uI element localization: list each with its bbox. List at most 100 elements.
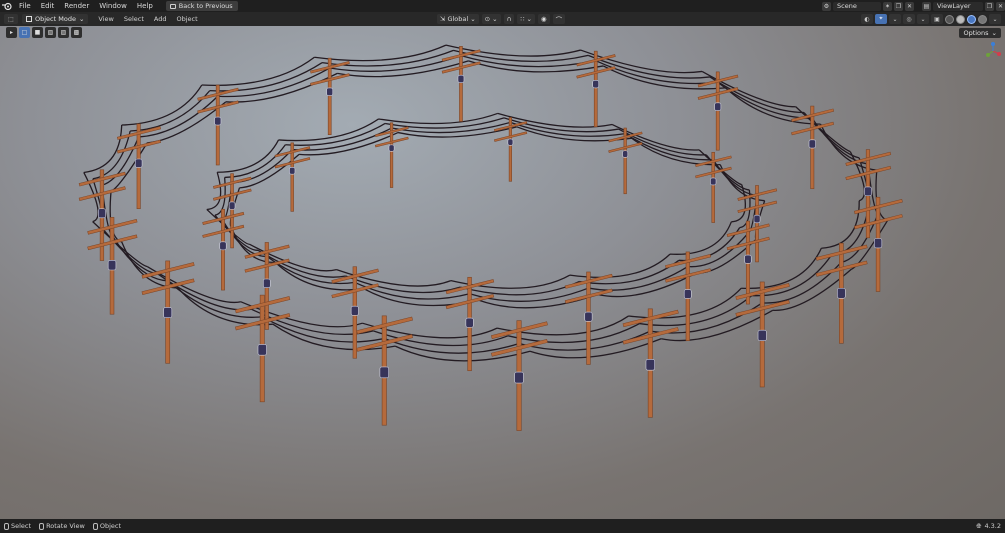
navigation-gizmo[interactable] — [984, 42, 1002, 60]
utility-pole — [202, 208, 245, 291]
proportional-icon: ◉ — [540, 15, 547, 23]
utility-pole — [213, 173, 252, 249]
pivot-icon: ⊙ — [484, 15, 491, 23]
transform-orientation-dropdown[interactable]: ⇲ Global ⌄ — [437, 14, 479, 24]
utility-pole — [374, 122, 409, 188]
menu-add[interactable]: Add — [149, 12, 172, 26]
snap-target-dropdown[interactable]: ∷ ⌄ — [517, 14, 535, 24]
chevron-down-icon: ⌄ — [526, 15, 532, 23]
xray-toggle-icon[interactable]: ▣ — [931, 14, 943, 24]
editor-type-icon[interactable]: ⬚ — [4, 14, 18, 24]
menu-view[interactable]: View — [93, 12, 118, 26]
falloff-curve-icon: ⌒ — [555, 16, 563, 24]
view-layer-field[interactable]: ViewLayer — [933, 1, 983, 11]
visibility-icon[interactable]: ◐ — [861, 14, 873, 24]
select-box-icon[interactable]: □ — [19, 26, 30, 38]
delete-scene-icon[interactable]: ✕ — [905, 1, 914, 11]
utility-pole — [445, 276, 495, 372]
snap-toggle[interactable]: ∩ — [503, 14, 515, 24]
top-bar: File Edit Render Window Help Back to Pre… — [0, 0, 1005, 12]
gizmo-toggle-icon[interactable]: ⌖ — [875, 14, 887, 24]
utility-pole — [356, 315, 413, 426]
wire-segment — [709, 76, 805, 114]
delete-view-layer-icon[interactable]: ✕ — [996, 1, 1005, 11]
menu-window[interactable]: Window — [94, 0, 132, 12]
select-subtract-icon[interactable]: ▧ — [45, 26, 56, 38]
mode-dropdown[interactable]: Object Mode ⌄ — [22, 14, 89, 24]
scene-icon[interactable]: ⚙ — [822, 1, 831, 11]
utility-pole — [490, 320, 548, 431]
status-rotate: Rotate View — [39, 522, 85, 530]
utility-pole — [141, 260, 195, 364]
globe-icon: 🌐︎ — [976, 522, 982, 530]
wire-segment — [225, 72, 338, 103]
utility-pole — [576, 50, 616, 128]
utility-pole — [735, 281, 790, 388]
gizmo-dropdown-icon[interactable]: ⌄ — [889, 14, 901, 24]
wire-segment — [157, 273, 252, 311]
status-select-label: Select — [11, 522, 32, 530]
pin-icon[interactable]: ✶ — [883, 1, 892, 11]
select-intersect-icon[interactable]: ▩ — [71, 26, 82, 38]
viewport-header: ⬚ Object Mode ⌄ View Select Add Object ⇲… — [0, 12, 1005, 26]
shading-dropdown-icon[interactable]: ⌄ — [989, 14, 1001, 24]
topbar-right: ⚙ Scene ✶ ❐ ✕ ▤ ViewLayer ❐ ✕ — [822, 0, 1005, 12]
snap-increment-icon: ∷ — [520, 15, 525, 23]
status-select: Select — [4, 522, 31, 530]
options-dropdown[interactable]: Options ⌄ — [959, 28, 1001, 38]
wire-segment — [209, 62, 323, 92]
proportional-editing-toggle[interactable]: ◉ — [537, 14, 550, 24]
magnet-icon: ∩ — [506, 15, 512, 23]
screen-icon — [169, 3, 176, 9]
new-view-layer-icon[interactable]: ❐ — [985, 1, 994, 11]
rendered-shading-icon[interactable] — [978, 14, 987, 24]
mouse-middle-icon — [39, 522, 45, 530]
wire-segment — [206, 172, 222, 211]
select-invert-icon[interactable]: ▨ — [58, 26, 69, 38]
wire-segment — [762, 261, 842, 304]
solid-shading-icon[interactable] — [956, 14, 965, 24]
status-object-label: Object — [99, 522, 122, 530]
wire-segment — [639, 295, 753, 327]
material-preview-shading-icon[interactable] — [967, 14, 976, 24]
pivot-point-dropdown[interactable]: ⊙ ⌄ — [481, 14, 501, 24]
utility-pole — [695, 151, 732, 223]
falloff-dropdown[interactable]: ⌒ — [552, 14, 566, 24]
version-info: 🌐︎ 4.3.2 — [976, 519, 1001, 533]
power-lines-scene — [78, 44, 903, 431]
menu-help[interactable]: Help — [132, 0, 158, 12]
new-scene-icon[interactable]: ❐ — [894, 1, 903, 11]
3d-viewport[interactable] — [0, 26, 1005, 519]
transform-tools: ⇲ Global ⌄ ⊙ ⌄ ∩ ∷ ⌄ ◉ ⌒ — [437, 14, 566, 24]
view-layer-name: ViewLayer — [937, 2, 971, 10]
utility-pole — [235, 294, 291, 403]
menu-object[interactable]: Object — [172, 12, 203, 26]
mouse-right-icon — [92, 522, 98, 530]
status-rotate-label: Rotate View — [46, 522, 85, 530]
tweak-tool-icon[interactable]: ▸ — [6, 26, 17, 38]
menu-render[interactable]: Render — [59, 0, 94, 12]
blender-logo-icon[interactable] — [0, 0, 14, 12]
menu-file[interactable]: File — [14, 0, 36, 12]
scene-name-field[interactable]: Scene — [833, 1, 881, 11]
utility-pole — [791, 105, 835, 190]
chevron-down-icon: ⌄ — [991, 29, 997, 37]
scene-name: Scene — [837, 2, 857, 10]
mouse-left-icon — [4, 522, 9, 530]
select-extend-icon[interactable]: ■ — [32, 26, 43, 38]
back-to-previous-button[interactable]: Back to Previous — [165, 1, 238, 11]
menu-select[interactable]: Select — [119, 12, 149, 26]
utility-pole — [441, 46, 481, 122]
object-mode-icon — [26, 16, 32, 22]
wire-segment — [478, 293, 598, 309]
wire-segment — [217, 139, 280, 173]
wire-segment — [687, 233, 749, 268]
wire-segment — [201, 56, 315, 87]
back-to-previous-label: Back to Previous — [178, 2, 233, 10]
overlays-dropdown-icon[interactable]: ⌄ — [917, 14, 929, 24]
overlays-toggle-icon[interactable]: ◎ — [903, 14, 915, 24]
wireframe-shading-icon[interactable] — [945, 14, 954, 24]
menu-edit[interactable]: Edit — [36, 0, 60, 12]
chevron-down-icon: ⌄ — [78, 15, 85, 23]
view-layer-icon[interactable]: ▤ — [922, 1, 931, 11]
